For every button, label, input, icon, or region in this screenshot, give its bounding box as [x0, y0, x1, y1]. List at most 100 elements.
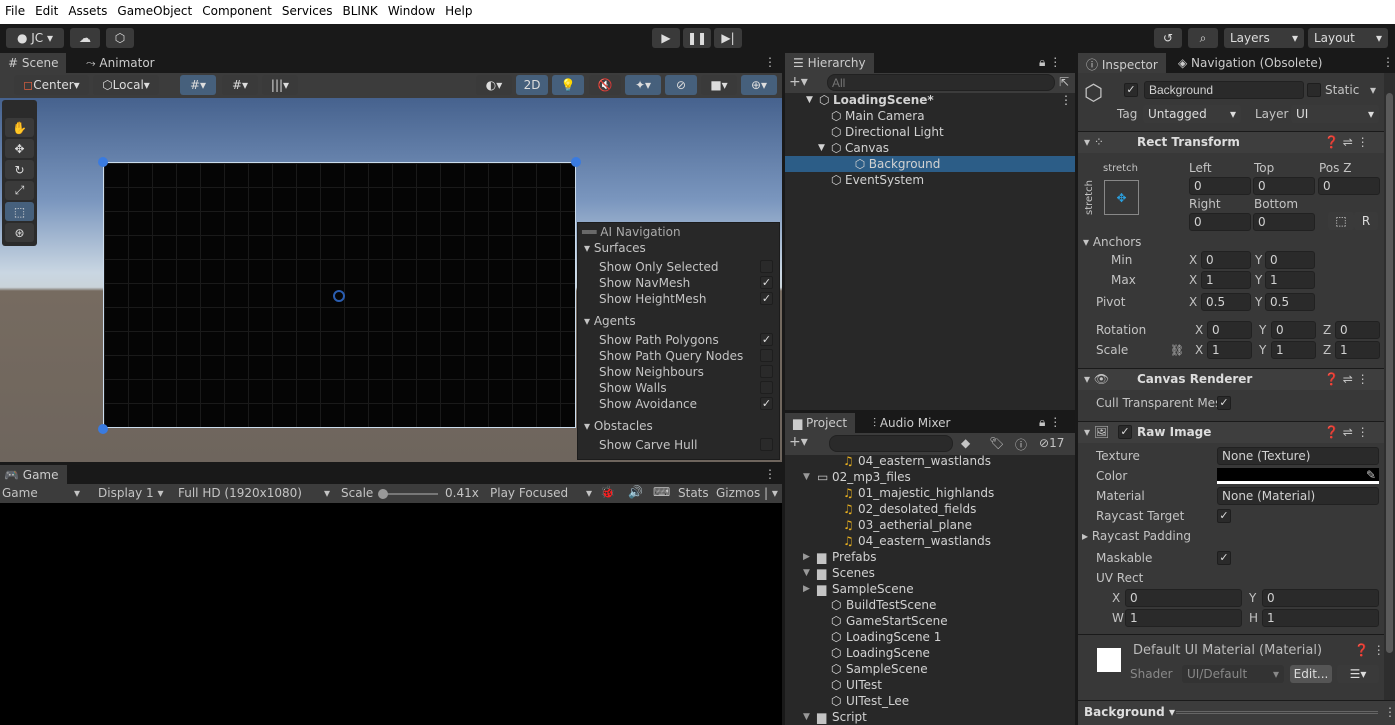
rotation-z[interactable]: 0 [1335, 321, 1380, 339]
scale-tool[interactable]: ⤢ [5, 181, 34, 200]
search-expand-icon[interactable]: ⇱ [1059, 75, 1069, 89]
create-button[interactable]: +▾ [789, 434, 808, 450]
slider-thumb[interactable] [378, 489, 388, 499]
menu-window[interactable]: Window [383, 0, 440, 18]
more-icon[interactable]: ⋮ [1382, 55, 1394, 69]
material-field[interactable]: None (Material) [1217, 487, 1379, 505]
project-item[interactable]: ♫ 01_majestic_highlands [785, 485, 1065, 501]
tab-project[interactable]: ▆ Project [785, 413, 856, 433]
project-item[interactable]: ▶ ▆ Prefabs [785, 549, 1065, 565]
scale-slider[interactable] [378, 489, 438, 499]
canvas-renderer-header[interactable]: ▾ 👁 Canvas Renderer ❓ ⇌ ⋮ [1078, 368, 1384, 390]
anchor-presets-button[interactable]: ✥ [1104, 180, 1139, 215]
hierarchy-search-input[interactable] [827, 74, 1055, 91]
account-button[interactable]: ● JC ▾ [6, 28, 64, 48]
create-button[interactable]: +▾ [789, 74, 808, 90]
2d-toggle[interactable]: 2D [516, 75, 548, 95]
stats-button[interactable]: Stats [678, 486, 709, 500]
section-obstacles[interactable]: ▾ Obstacles [584, 418, 653, 434]
texture-field[interactable]: None (Texture) [1217, 447, 1379, 465]
gizmos-dropdown[interactable]: ⊕▾ [741, 75, 777, 95]
menu-file[interactable]: File [0, 0, 30, 18]
draw-mode-button[interactable]: ◐▾ [476, 75, 512, 95]
uv-w[interactable]: 1 [1125, 609, 1242, 627]
filter-label-icon[interactable]: 🏷︎ [989, 436, 1004, 450]
resolution-dropdown[interactable]: Full HD (1920x1080) ▾ [178, 486, 330, 500]
effects-dropdown[interactable]: ✦▾ [625, 75, 661, 95]
rect-transform-header[interactable]: ▾ ⁘ Rect Transform ❓ ⇌ ⋮ [1078, 131, 1384, 153]
expand-arrow-icon[interactable]: ▶ [803, 581, 810, 597]
tab-navigation[interactable]: ◈ Navigation (Obsolete) [1170, 53, 1330, 73]
ai-nav-option-checkbox[interactable]: ✓ [760, 333, 773, 346]
hierarchy-item[interactable]: ⬡ Main Camera [785, 108, 1075, 124]
rect-tool[interactable]: ⬚ [5, 202, 34, 221]
warning-icon[interactable]: ⓘ [1015, 436, 1027, 453]
game-view[interactable] [0, 503, 782, 725]
menu-assets[interactable]: Assets [63, 0, 112, 18]
bottom-field[interactable]: 0 [1253, 213, 1315, 231]
project-item[interactable]: ⬡ GameStartScene [785, 613, 1065, 629]
lock-icon[interactable]: 🔒︎ ⋮ [1039, 55, 1061, 70]
menu-gameobject[interactable]: GameObject [112, 0, 197, 18]
more-icon[interactable]: ⋮ [764, 55, 776, 69]
right-field[interactable]: 0 [1189, 213, 1251, 231]
raycast-target-checkbox[interactable]: ✓ [1217, 509, 1231, 523]
active-checkbox[interactable]: ✓ [1124, 83, 1138, 97]
menu-blink[interactable]: BLINK [338, 0, 383, 18]
edit-shader-button[interactable]: Edit... [1290, 665, 1332, 683]
bug-icon[interactable]: 🐞 [600, 485, 615, 499]
pivot-dropdown[interactable]: ◻ Center ▾ [14, 75, 89, 95]
corner-handle[interactable] [98, 424, 108, 434]
camera-dropdown[interactable]: ■▾ [701, 75, 737, 95]
tab-animator[interactable]: ⤳ Animator [78, 53, 163, 73]
menu-help[interactable]: Help [440, 0, 477, 18]
posz-field[interactable]: 0 [1318, 177, 1380, 195]
corner-handle[interactable] [98, 157, 108, 167]
visibility-toggle[interactable]: ⊘ [665, 75, 697, 95]
shader-options-button[interactable]: ☰▾ [1337, 665, 1379, 683]
tag-dropdown[interactable]: Untagged ▾ [1143, 105, 1241, 123]
ai-nav-option-checkbox[interactable] [760, 260, 773, 273]
left-field[interactable]: 0 [1189, 177, 1251, 195]
project-item[interactable]: ▼ ▆ Scenes [785, 565, 1065, 581]
view-dropdown[interactable]: Game [2, 486, 38, 500]
tab-inspector[interactable]: ⓘ Inspector [1078, 53, 1166, 73]
menu-component[interactable]: Component [197, 0, 277, 18]
hierarchy-item[interactable]: ▼ ⬡ LoadingScene* ⋮ [785, 92, 1075, 108]
inspector-scrollbar[interactable] [1384, 73, 1395, 725]
pivot-handle[interactable] [333, 290, 345, 302]
ai-nav-option-checkbox[interactable]: ✓ [760, 397, 773, 410]
ai-nav-option-checkbox[interactable] [760, 365, 773, 378]
expand-arrow-icon[interactable]: ▼ [803, 709, 810, 725]
scene-viewport[interactable]: ✋ ✥ ↻ ⤢ ⬚ ⊛ ══ AI Navigation ▾ Surfaces S… [0, 98, 782, 462]
ai-nav-option-checkbox[interactable] [760, 438, 773, 451]
project-item[interactable]: ♫ 04_eastern_wastlands [785, 533, 1065, 549]
hierarchy-item[interactable]: ⬡ Background [785, 156, 1075, 172]
expand-arrow-icon[interactable]: ▼ [818, 140, 825, 156]
project-item[interactable]: ♫ 04_eastern_wastlands [785, 453, 1065, 469]
lock-icon[interactable]: 🔒︎ ⋮ [1039, 415, 1061, 430]
anchor-min-x[interactable]: 0 [1201, 251, 1251, 269]
grid-snap-button[interactable]: #▾ [180, 75, 216, 95]
raw-edit-button[interactable]: R [1354, 212, 1378, 230]
hierarchy-item[interactable]: ⬡ Directional Light [785, 124, 1075, 140]
project-item[interactable]: ▼ ▭ 02_mp3_files [785, 469, 1065, 485]
project-item[interactable]: ▼ ▆ Script [785, 709, 1065, 725]
snap-button[interactable]: #▾ [222, 75, 258, 95]
corner-handle[interactable] [571, 157, 581, 167]
project-item[interactable]: ⬡ UITest_Lee [785, 693, 1065, 709]
section-surfaces[interactable]: ▾ Surfaces [584, 240, 646, 256]
scale-z[interactable]: 1 [1335, 341, 1380, 359]
tab-audio-mixer[interactable]: ⫶ Audio Mixer [865, 413, 959, 433]
cull-transparent-checkbox[interactable]: ✓ [1217, 396, 1231, 410]
more-icon[interactable]: ⋮ [1060, 92, 1072, 108]
keyboard-icon[interactable]: ⌨ [653, 485, 670, 499]
display-dropdown[interactable]: Display 1 ▾ [98, 486, 164, 500]
step-button[interactable]: ▶| [714, 28, 742, 48]
project-item[interactable]: ▶ ▆ SampleScene [785, 581, 1065, 597]
cloud-button[interactable]: ☁ [70, 28, 100, 48]
project-item[interactable]: ♫ 02_desolated_fields [785, 501, 1065, 517]
anchor-max-x[interactable]: 1 [1201, 271, 1251, 289]
more-icon[interactable]: ⋮ [764, 467, 776, 481]
rotation-y[interactable]: 0 [1271, 321, 1316, 339]
